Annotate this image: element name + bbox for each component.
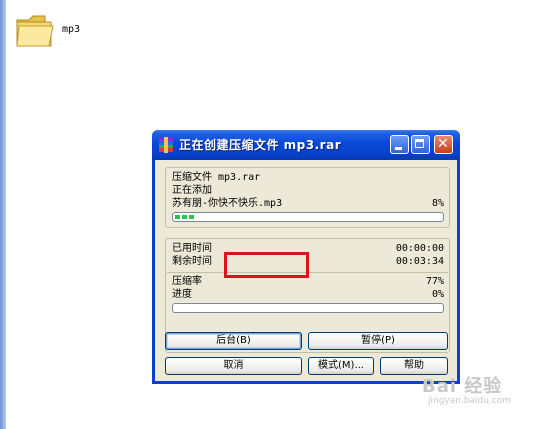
remaining-time-highlight — [224, 252, 309, 278]
watermark: Bai 经验 jingyan.baidu.com — [422, 372, 550, 412]
archive-name-text: 压缩文件 mp3.rar — [172, 172, 261, 183]
ratio-label: 压缩率 — [172, 276, 202, 287]
minimize-icon — [395, 147, 402, 150]
file-progress-bar — [172, 212, 444, 222]
close-icon: ✕ — [437, 136, 449, 152]
title-bar[interactable]: 正在创建压缩文件 mp3.rar ✕ — [152, 130, 460, 160]
current-file-row: 苏有朋-你快不快乐.mp3 8% — [172, 197, 444, 210]
progress-value: 0% — [431, 289, 444, 300]
current-file-name: 苏有朋-你快不快乐.mp3 — [172, 198, 283, 209]
file-percent: 8% — [431, 198, 444, 209]
desktop-left-edge — [0, 0, 6, 429]
watermark-url: jingyan.baidu.com — [428, 396, 512, 406]
mode-button[interactable]: 模式(M)... — [308, 357, 374, 375]
window-title: 正在创建压缩文件 mp3.rar — [179, 138, 342, 152]
ratio-value: 77% — [425, 276, 444, 287]
elapsed-label: 已用时间 — [172, 243, 212, 254]
pause-button[interactable]: 暂停(P) — [308, 332, 448, 350]
watermark-logo: Bai 经验 — [422, 376, 503, 397]
action-text: 正在添加 — [172, 185, 212, 196]
remaining-value: 00:03:34 — [395, 256, 444, 267]
folder-icon — [16, 15, 54, 47]
file-status-group: 压缩文件 mp3.rar 正在添加 苏有朋-你快不快乐.mp3 8% — [165, 167, 450, 228]
maximize-icon — [415, 139, 424, 148]
maximize-button[interactable] — [411, 135, 430, 154]
close-button[interactable]: ✕ — [434, 135, 453, 154]
winrar-icon — [159, 137, 173, 153]
folder-label: mp3 — [62, 24, 81, 35]
file-progress-fill — [175, 215, 196, 219]
minimize-button[interactable] — [390, 135, 409, 154]
background-button[interactable]: 后台(B) — [165, 332, 302, 350]
remaining-label: 剩余时间 — [172, 256, 212, 267]
desktop-folder-mp3[interactable]: mp3 — [15, 12, 105, 52]
elapsed-value: 00:00:00 — [395, 243, 444, 254]
overall-progress-bar — [172, 303, 444, 313]
progress-row: 进度 0% — [172, 288, 444, 301]
cancel-button[interactable]: 取消 — [165, 357, 302, 375]
progress-label: 进度 — [172, 289, 192, 300]
